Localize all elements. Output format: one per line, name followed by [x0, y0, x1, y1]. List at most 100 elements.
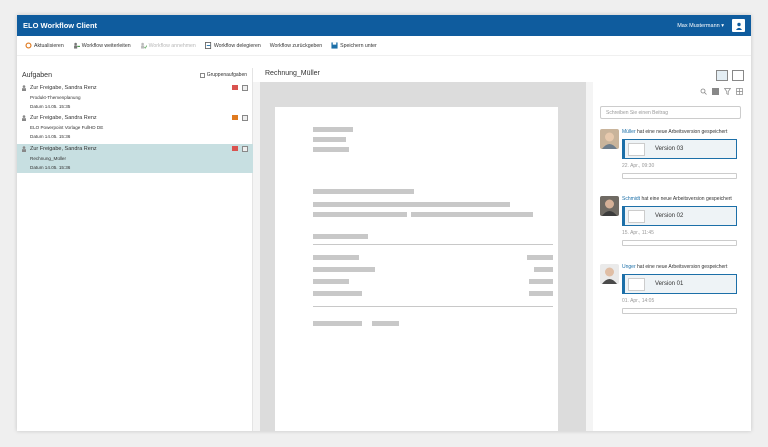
- text-line: [372, 321, 399, 326]
- document-thumbnail: [628, 210, 645, 223]
- refresh-icon: [25, 42, 32, 49]
- text-line: [313, 212, 407, 217]
- text-line: [411, 212, 533, 217]
- save-icon: [331, 42, 338, 49]
- person-icon: [22, 115, 26, 121]
- text-line: [534, 267, 553, 272]
- calendar-icon[interactable]: [242, 146, 248, 152]
- edit-icon[interactable]: [712, 88, 719, 95]
- left-scrollbar[interactable]: [253, 82, 260, 431]
- text-line: [313, 267, 375, 272]
- divider: [313, 306, 553, 307]
- task-item[interactable]: Zur Freigabe, Sandra Renz ELO Powerpoint…: [17, 113, 253, 142]
- text-line: [529, 279, 553, 284]
- comment-input[interactable]: [622, 173, 737, 179]
- text-line: [313, 234, 368, 239]
- workflow-accept-icon: [140, 42, 147, 49]
- avatar: [600, 129, 619, 149]
- task-document: ELO Powerpoint Vorlage FullHD DE: [30, 125, 104, 130]
- feed-post-text: Müller hat eine neue Arbeitsversion gesp…: [622, 129, 728, 135]
- task-date: Datum 14.05. 15:36: [30, 165, 71, 170]
- text-line: [313, 279, 349, 284]
- document-thumbnail: [628, 143, 645, 156]
- divider: [313, 244, 553, 245]
- takeover-workflow-button[interactable]: Workflow annehmen: [140, 42, 196, 49]
- tasks-panel: Aufgaben Gruppenaufgaben Zur Freigabe, S…: [17, 68, 253, 431]
- version-card[interactable]: Version 01: [622, 274, 737, 294]
- version-card[interactable]: Version 02: [622, 206, 737, 226]
- document-thumbnail: [628, 278, 645, 291]
- text-line: [313, 321, 362, 326]
- feed-post: Schmidt hat eine neue Arbeitsversion ges…: [600, 196, 750, 250]
- feed-post: Müller hat eine neue Arbeitsversion gesp…: [600, 129, 750, 183]
- priority-flag-icon: [232, 85, 238, 90]
- text-line: [313, 127, 353, 132]
- refresh-button[interactable]: Aktualisieren: [25, 42, 64, 49]
- version-label: Version 02: [655, 213, 684, 219]
- task-title: Zur Freigabe, Sandra Renz: [30, 146, 97, 152]
- avatar: [600, 264, 619, 284]
- task-date: Datum 14.05. 15:36: [30, 134, 71, 139]
- toolbar: Aktualisieren Workflow weiterleiten Work…: [17, 36, 751, 56]
- author-link[interactable]: Müller: [622, 129, 636, 135]
- group-tasks-toggle[interactable]: Gruppenaufgaben: [199, 72, 247, 78]
- text-line: [313, 202, 510, 207]
- metadata-view-tab[interactable]: [732, 70, 744, 81]
- post-date: 15. Apr., 11:45: [622, 230, 654, 236]
- document-view-tab[interactable]: [716, 70, 728, 81]
- task-title: Zur Freigabe, Sandra Renz: [30, 115, 97, 121]
- task-document: Produkt-Themenplanung: [30, 95, 81, 100]
- return-workflow-button[interactable]: Workflow zurückgeben: [270, 43, 322, 49]
- author-link[interactable]: Unger: [622, 264, 636, 270]
- calendar-icon[interactable]: [242, 115, 248, 121]
- version-label: Version 01: [655, 281, 684, 287]
- search-icon[interactable]: [700, 88, 707, 95]
- text-line: [313, 189, 414, 194]
- version-label: Version 03: [655, 146, 684, 152]
- avatar: [600, 196, 619, 216]
- forward-workflow-button[interactable]: Workflow weiterleiten: [73, 42, 131, 49]
- post-date: 22. Apr., 09:30: [622, 163, 655, 169]
- priority-flag-icon: [232, 146, 238, 151]
- feed-post-input[interactable]: Schreiben Sie einen Beitrag: [600, 106, 741, 119]
- feed-post: Unger hat eine neue Arbeitsversion gespe…: [600, 264, 750, 318]
- text-line: [313, 255, 359, 260]
- workflow-delegate-icon: [204, 42, 211, 49]
- text-line: [527, 255, 553, 260]
- document-page: [275, 107, 558, 431]
- post-date: 01. Apr., 14:05: [622, 298, 655, 304]
- task-date: Datum 14.05. 15:35: [30, 104, 71, 109]
- tasks-title: Aufgaben: [22, 71, 52, 79]
- feed-post-text: Schmidt hat eine neue Arbeitsversion ges…: [622, 196, 732, 202]
- comment-input[interactable]: [622, 308, 737, 314]
- title-bar: ELO Workflow Client Max Mustermann ▾: [17, 15, 751, 36]
- filter-icon[interactable]: [724, 88, 731, 95]
- person-icon: [22, 85, 26, 91]
- group-tasks-checkbox[interactable]: [199, 72, 205, 78]
- task-item-selected[interactable]: Zur Freigabe, Sandra Renz Rechnung_Mülle…: [17, 144, 253, 173]
- user-menu[interactable]: Max Mustermann ▾: [677, 23, 724, 29]
- app-window: ELO Workflow Client Max Mustermann ▾ Akt…: [17, 15, 751, 431]
- text-line: [313, 147, 349, 152]
- calendar-icon[interactable]: [242, 85, 248, 91]
- author-link[interactable]: Schmidt: [622, 196, 640, 202]
- task-item[interactable]: Zur Freigabe, Sandra Renz Produkt-Themen…: [17, 83, 253, 112]
- feed-post-text: Unger hat eine neue Arbeitsversion gespe…: [622, 264, 728, 270]
- tasks-header: Aufgaben Gruppenaufgaben: [17, 68, 252, 82]
- viewer-scrollbar[interactable]: [586, 82, 593, 431]
- user-avatar-icon[interactable]: [732, 19, 745, 32]
- grid-icon[interactable]: [736, 88, 743, 95]
- text-line: [529, 291, 553, 296]
- task-document: Rechnung_Müller: [30, 156, 67, 161]
- person-icon: [22, 146, 26, 152]
- comment-input[interactable]: [622, 240, 737, 246]
- text-line: [313, 291, 362, 296]
- save-as-button[interactable]: Speichern unter: [331, 42, 377, 49]
- priority-flag-icon: [232, 115, 238, 120]
- task-title: Zur Freigabe, Sandra Renz: [30, 85, 97, 91]
- document-title: Rechnung_Müller: [265, 70, 320, 77]
- text-line: [313, 137, 346, 142]
- version-card[interactable]: Version 03: [622, 139, 737, 159]
- delegate-workflow-button[interactable]: Workflow delegieren: [204, 42, 261, 49]
- workflow-forward-icon: [73, 42, 80, 49]
